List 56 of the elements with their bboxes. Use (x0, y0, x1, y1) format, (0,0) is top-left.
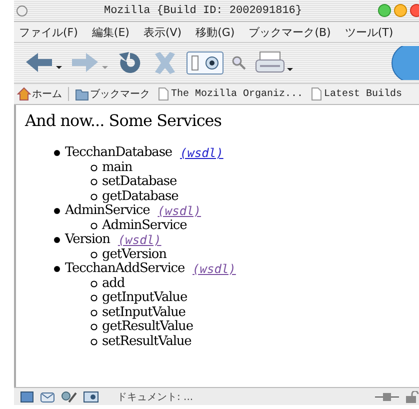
bullet-icon (53, 236, 61, 244)
circle-bullet-icon (90, 280, 98, 288)
lock-icon (405, 390, 419, 402)
method-name: getDatabase (102, 190, 178, 204)
circle-bullet-icon (90, 250, 98, 259)
status-text: ドキュメント: ... (117, 390, 194, 404)
bullet-icon (53, 207, 61, 216)
method-name: main (102, 160, 132, 175)
bookmark-button[interactable]: Latest Builds (309, 87, 402, 101)
service-name: TecchanDatabase (65, 146, 172, 160)
method-name: getVersion (102, 248, 166, 262)
house-icon (17, 87, 31, 101)
wsdl-link[interactable]: (wsdl) (180, 146, 224, 160)
menu-item[interactable]: ツール(T) (344, 24, 394, 40)
circle-bullet-icon (90, 338, 98, 346)
menu-item[interactable]: ファイル(F) (19, 24, 78, 40)
circle-bullet-icon (90, 323, 98, 332)
menu-item[interactable]: ブックマーク(B) (248, 24, 331, 40)
mail-icon[interactable] (40, 390, 55, 402)
minimize-icon[interactable] (378, 4, 391, 17)
circle-bullet-icon (90, 308, 98, 317)
circle-bullet-icon (90, 178, 98, 186)
bookmark-button[interactable]: ブックマーク (75, 87, 150, 101)
circle-bullet-icon (90, 164, 98, 172)
method-name: setInputValue (102, 306, 186, 320)
page-icon (309, 87, 324, 101)
circle-bullet-icon (90, 294, 98, 302)
method-name: getResultValue (102, 320, 193, 334)
bullet-icon (53, 149, 61, 158)
method-name: AdminService (102, 218, 187, 233)
zoom-icon[interactable] (394, 4, 407, 17)
page-icon (156, 87, 170, 101)
bookmark-button[interactable]: ホーム (17, 87, 62, 101)
service-name: TecchanAddService (65, 262, 185, 276)
window-collapse-icon[interactable] (16, 4, 28, 16)
page-heading: And now... Some Services (25, 111, 222, 130)
method-name: setResultValue (102, 334, 192, 349)
menu-item[interactable]: 編集(E) (92, 24, 130, 40)
method-name: getInputValue (102, 291, 188, 306)
wsdl-link[interactable]: (wsdl) (158, 204, 202, 218)
service-name: AdminService (65, 204, 150, 218)
sidebar-toggle-icon[interactable] (186, 51, 224, 75)
circle-bullet-icon (90, 222, 98, 230)
method-name: setDatabase (102, 175, 177, 190)
bullet-icon (53, 265, 61, 274)
connection-icon (375, 392, 399, 402)
wsdl-link[interactable]: (wsdl) (192, 262, 236, 276)
bookmark-button[interactable]: The Mozilla Organiz... (156, 87, 304, 101)
window-title: Mozilla {Build ID: 2002091816} (102, 4, 304, 16)
menu-item[interactable]: 移動(G) (196, 24, 235, 40)
folder-icon (75, 87, 89, 101)
method-name: add (102, 276, 125, 291)
service-name: Version (65, 233, 110, 248)
circle-bullet-icon (90, 192, 98, 201)
wsdl-link[interactable]: (wsdl) (118, 233, 162, 248)
menu-item[interactable]: 表示(V) (143, 24, 182, 40)
